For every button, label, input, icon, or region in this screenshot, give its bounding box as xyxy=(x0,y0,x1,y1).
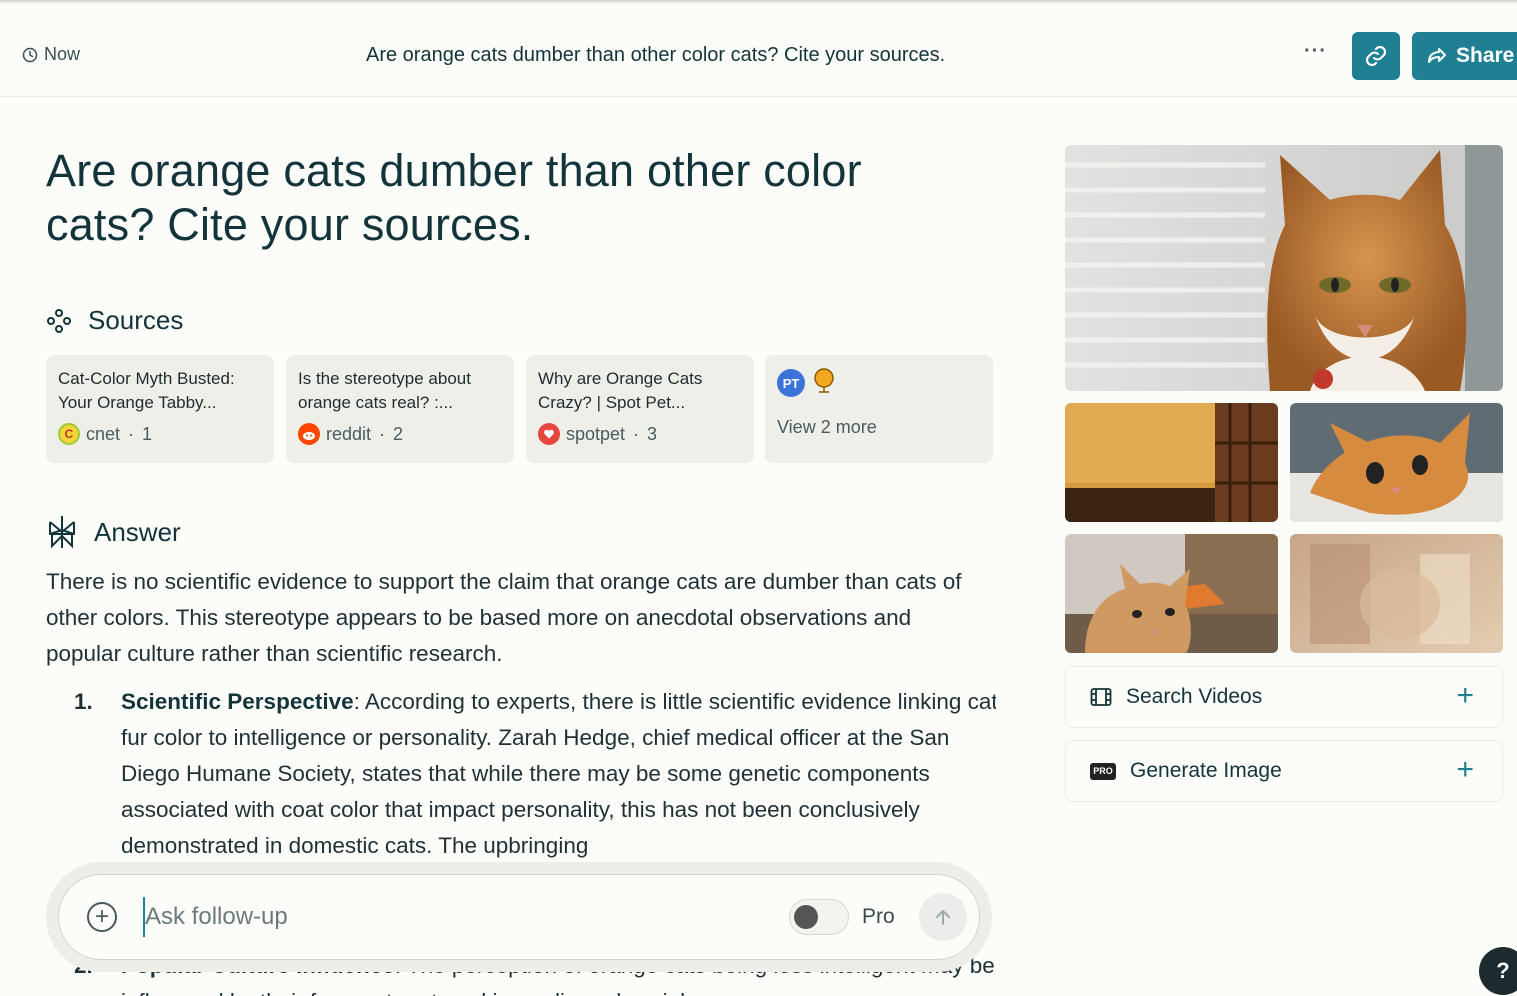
followup-bar: + Pro xyxy=(46,862,992,972)
perplexity-logo-icon xyxy=(49,516,75,549)
more-favicons: PT xyxy=(777,367,981,399)
separator-dot: · xyxy=(128,423,135,444)
generate-image-button[interactable]: PRO Generate Image + xyxy=(1065,740,1503,802)
sources-icon xyxy=(47,308,71,333)
attach-plus-icon[interactable]: + xyxy=(87,902,117,932)
globe-favicon-icon xyxy=(811,367,837,400)
source-card[interactable]: Is the stereotype about orange cats real… xyxy=(286,355,514,463)
list-number: 1. xyxy=(74,689,93,714)
source-card[interactable]: Why are Orange Cats Crazy? | Spot Pet...… xyxy=(526,355,754,463)
answer-main: Are orange cats dumber than other color … xyxy=(46,96,996,996)
cat-image-thumb-3[interactable] xyxy=(1065,534,1278,653)
source-site: cnet xyxy=(86,423,121,444)
source-meta: C cnet · 1 xyxy=(58,423,262,445)
cnet-favicon-icon: C xyxy=(58,423,80,445)
thread-header: Now Are orange cats dumber than other co… xyxy=(0,4,1517,97)
point-title: Scientific Perspective xyxy=(121,689,354,714)
share-button[interactable]: Share xyxy=(1412,32,1517,80)
view-more-label: View 2 more xyxy=(777,417,877,437)
share-icon xyxy=(1428,48,1446,63)
pro-toggle[interactable] xyxy=(789,899,849,935)
question-title: Are orange cats dumber than other color … xyxy=(46,145,862,250)
generate-image-label: Generate Image xyxy=(1130,759,1282,782)
thread-title: Are orange cats dumber than other color … xyxy=(366,44,946,66)
plus-icon: + xyxy=(1456,679,1474,712)
followup-input[interactable] xyxy=(143,897,743,937)
search-videos-button[interactable]: Search Videos + xyxy=(1065,666,1503,728)
arrow-up-icon xyxy=(936,910,950,925)
separator-dot: · xyxy=(379,423,386,444)
thread-time: Now xyxy=(22,44,80,65)
search-videos-label: Search Videos xyxy=(1126,685,1263,708)
view-more-sources-card[interactable]: PT View 2 more xyxy=(765,355,993,463)
source-title: Why are Orange Cats Crazy? | Spot Pet... xyxy=(538,369,703,412)
source-card[interactable]: Cat-Color Myth Busted: Your Orange Tabby… xyxy=(46,355,274,463)
separator-dot: · xyxy=(633,423,640,444)
source-index: 2 xyxy=(393,423,404,444)
sources-list: Cat-Color Myth Busted: Your Orange Tabby… xyxy=(46,355,996,463)
answer-intro: There is no scientific evidence to suppo… xyxy=(46,569,962,666)
source-index: 3 xyxy=(647,423,658,444)
cat-image-thumb-4[interactable] xyxy=(1290,534,1503,653)
film-icon xyxy=(1090,688,1112,706)
spotpet-favicon-icon xyxy=(538,423,560,445)
help-button[interactable]: ? xyxy=(1479,947,1517,995)
link-icon xyxy=(1365,45,1387,67)
share-label: Share xyxy=(1456,44,1515,67)
source-site: spotpet xyxy=(566,423,626,444)
source-meta: spotpet · 3 xyxy=(538,423,742,445)
followup-box: + Pro xyxy=(58,874,980,960)
plus-icon: + xyxy=(1456,753,1474,786)
source-site: reddit xyxy=(326,423,372,444)
source-meta: reddit · 2 xyxy=(298,423,502,445)
answer-heading: Answer xyxy=(46,514,181,550)
source-title: Cat-Color Myth Busted: Your Orange Tabby… xyxy=(58,369,235,412)
sources-heading-label: Sources xyxy=(88,305,184,335)
cat-image-thumb-2[interactable] xyxy=(1290,403,1503,522)
pro-badge-icon: PRO xyxy=(1090,762,1116,780)
submit-button[interactable] xyxy=(919,893,967,941)
more-options-button[interactable]: ··· xyxy=(1304,40,1327,63)
toggle-knob xyxy=(794,905,818,929)
cat-image-main[interactable] xyxy=(1065,145,1503,391)
list-body: Scientific Perspective: According to exp… xyxy=(121,684,996,864)
source-index: 1 xyxy=(142,423,153,444)
source-title: Is the stereotype about orange cats real… xyxy=(298,369,471,412)
point-text: : According to experts, there is little … xyxy=(121,689,996,858)
cat-image-thumb-1[interactable] xyxy=(1065,403,1278,522)
pro-label: Pro xyxy=(862,905,895,928)
answer-heading-label: Answer xyxy=(94,516,181,547)
clock-icon xyxy=(22,47,38,62)
sources-heading: Sources xyxy=(46,305,183,336)
reddit-favicon-icon xyxy=(298,423,320,445)
pt-favicon-icon: PT xyxy=(777,369,805,397)
time-label: Now xyxy=(44,44,81,64)
copy-link-button[interactable] xyxy=(1352,32,1400,80)
